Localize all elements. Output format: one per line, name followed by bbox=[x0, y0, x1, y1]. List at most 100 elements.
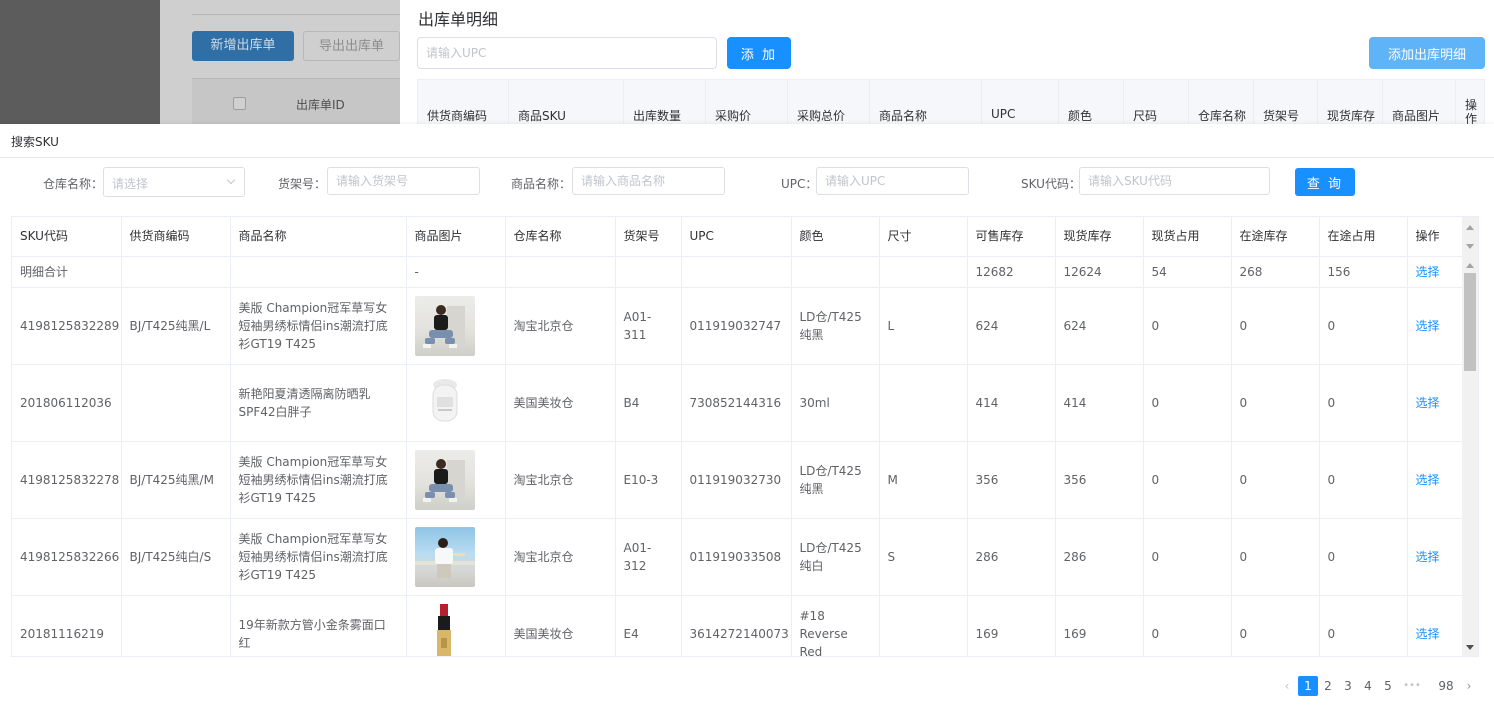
cell-sku: 4198125832289 bbox=[12, 287, 122, 365]
summary-in-transit-reserved: 156 bbox=[1319, 256, 1408, 288]
table-row: 4198125832289 BJ/T425纯黑/L 美版 Champion冠军草… bbox=[12, 287, 1474, 365]
cell-in-transit: 0 bbox=[1231, 441, 1320, 519]
select-link[interactable]: 选择 bbox=[1416, 627, 1440, 641]
col-image: 商品图片 bbox=[1383, 80, 1456, 124]
product-name-filter-label: 商品名称： bbox=[511, 177, 572, 191]
select-link[interactable]: 选择 bbox=[1416, 396, 1440, 410]
th-in-transit-reserved: 在途占用 bbox=[1319, 217, 1408, 257]
upc-filter-input[interactable] bbox=[816, 167, 969, 195]
select-link[interactable]: 选择 bbox=[1416, 473, 1440, 487]
page-1[interactable]: 1 bbox=[1298, 676, 1318, 696]
more-pages-icon[interactable]: ••• bbox=[1400, 676, 1424, 696]
col-shelf: 货架号 bbox=[1254, 80, 1318, 124]
th-upc: UPC bbox=[681, 217, 792, 257]
upc-input[interactable] bbox=[417, 37, 717, 69]
summary-on-hand: 12624 bbox=[1055, 256, 1144, 288]
cell-image bbox=[406, 441, 506, 519]
table-row: 20181116219 19年新款方管小金条雾面口红 美国美妆仓 E4 3614… bbox=[12, 595, 1474, 656]
col-size: 尺码 bbox=[1124, 80, 1189, 124]
select-link[interactable]: 选择 bbox=[1416, 265, 1440, 279]
scrollbar-thumb[interactable] bbox=[1464, 273, 1476, 371]
summary-label: 明细合计 bbox=[12, 256, 122, 288]
cell-name: 美版 Champion冠军草写女短袖男绣标情侣ins潮流打底衫GT19 T425 bbox=[230, 518, 407, 596]
cell-sellable: 286 bbox=[967, 518, 1056, 596]
scroll-down-arrow-icon[interactable] bbox=[1466, 645, 1474, 650]
cell-supplier: BJ/T425纯白/S bbox=[121, 518, 231, 596]
cell-image bbox=[406, 287, 506, 365]
modal-divider bbox=[0, 157, 1494, 158]
query-button[interactable]: 查 询 bbox=[1295, 168, 1355, 196]
col-warehouse: 仓库名称 bbox=[1189, 80, 1254, 124]
scroll-up-arrow-icon[interactable] bbox=[1466, 263, 1474, 268]
th-product-name: 商品名称 bbox=[230, 217, 407, 257]
add-button[interactable]: 添 加 bbox=[727, 37, 791, 69]
cell-color: 30ml bbox=[791, 364, 880, 442]
shelf-input[interactable] bbox=[327, 167, 480, 195]
page-last[interactable]: 98 bbox=[1434, 676, 1458, 696]
cell-on-hand: 356 bbox=[1055, 441, 1144, 519]
th-on-hand-reserved: 现货占用 bbox=[1143, 217, 1232, 257]
page-4[interactable]: 4 bbox=[1360, 676, 1376, 696]
cell-supplier bbox=[121, 364, 231, 442]
cell-sellable: 169 bbox=[967, 595, 1056, 656]
scroll-down-arrow-icon[interactable] bbox=[1466, 244, 1474, 249]
sku-table: SKU代码 供货商编码 商品名称 商品图片 仓库名称 货架号 UPC 颜色 尺寸… bbox=[12, 217, 1474, 656]
next-page-icon[interactable]: › bbox=[1462, 676, 1476, 696]
table-vertical-scrollbar[interactable] bbox=[1462, 217, 1478, 656]
cell-on-hand-reserved: 0 bbox=[1143, 441, 1232, 519]
new-outbound-order-button: 新增出库单 bbox=[192, 31, 294, 61]
select-link[interactable]: 选择 bbox=[1416, 319, 1440, 333]
cell-warehouse: 美国美妆仓 bbox=[505, 364, 616, 442]
page-2[interactable]: 2 bbox=[1320, 676, 1336, 696]
cell-in-transit-reserved: 0 bbox=[1319, 364, 1408, 442]
summary-row: 明细合计 - 12682 12624 54 268 156 选择 bbox=[12, 256, 1474, 288]
th-size: 尺寸 bbox=[879, 217, 968, 257]
product-name-input[interactable] bbox=[572, 167, 725, 195]
table-row: 4198125832278 BJ/T425纯黑/M 美版 Champion冠军草… bbox=[12, 441, 1474, 519]
th-product-image: 商品图片 bbox=[406, 217, 506, 257]
page-5[interactable]: 5 bbox=[1380, 676, 1396, 696]
page-3[interactable]: 3 bbox=[1340, 676, 1356, 696]
th-sellable: 可售库存 bbox=[967, 217, 1056, 257]
cell-name: 新艳阳夏清透隔离防晒乳SPF42白胖子 bbox=[230, 364, 407, 442]
cell-size: L bbox=[879, 287, 968, 365]
warehouse-select[interactable]: 请选择 bbox=[103, 167, 245, 197]
cell-in-transit-reserved: 0 bbox=[1319, 595, 1408, 656]
cell-upc: 3614272140073 bbox=[681, 595, 792, 656]
cell-shelf: E10-3 bbox=[615, 441, 682, 519]
cell-name: 19年新款方管小金条雾面口红 bbox=[230, 595, 407, 656]
th-color: 颜色 bbox=[791, 217, 880, 257]
cell-on-hand-reserved: 0 bbox=[1143, 518, 1232, 596]
th-supplier-code: 供货商编码 bbox=[121, 217, 231, 257]
th-in-transit: 在途库存 bbox=[1231, 217, 1320, 257]
summary-image: - bbox=[406, 256, 506, 288]
cell-sku: 4198125832266 bbox=[12, 518, 122, 596]
cell-supplier bbox=[121, 595, 231, 656]
cell-warehouse: 美国美妆仓 bbox=[505, 595, 616, 656]
shelf-filter-label: 货架号： bbox=[278, 177, 327, 191]
prev-page-icon[interactable]: ‹ bbox=[1280, 676, 1294, 696]
detail-table-header: 供货商编码 商品SKU 出库数量 采购价 采购总价 商品名称 UPC 颜色 尺码… bbox=[417, 79, 1485, 124]
summary-in-transit: 268 bbox=[1231, 256, 1320, 288]
cell-color: #18 Reverse Red bbox=[791, 595, 880, 656]
th-warehouse: 仓库名称 bbox=[505, 217, 616, 257]
cell-color: LD仓/T425纯黑 bbox=[791, 441, 880, 519]
add-outbound-detail-button[interactable]: 添加出库明细 bbox=[1369, 37, 1485, 69]
drawer-title: 出库单明细 bbox=[418, 10, 499, 29]
cell-shelf: A01-311 bbox=[615, 287, 682, 365]
scroll-up-arrow-icon[interactable] bbox=[1466, 225, 1474, 230]
cell-upc: 011919032747 bbox=[681, 287, 792, 365]
cell-in-transit-reserved: 0 bbox=[1319, 441, 1408, 519]
model-photo-black-tee-icon bbox=[414, 295, 475, 356]
col-color: 颜色 bbox=[1059, 80, 1124, 124]
sku-table-container[interactable]: SKU代码 供货商编码 商品名称 商品图片 仓库名称 货架号 UPC 颜色 尺寸… bbox=[11, 216, 1479, 657]
cell-on-hand-reserved: 0 bbox=[1143, 364, 1232, 442]
col-product-sku: 商品SKU bbox=[509, 80, 624, 124]
cell-image bbox=[406, 595, 506, 656]
select-all-checkbox bbox=[233, 97, 246, 110]
warehouse-filter-label: 仓库名称： bbox=[43, 177, 104, 191]
select-link[interactable]: 选择 bbox=[1416, 550, 1440, 564]
cell-shelf: A01-312 bbox=[615, 518, 682, 596]
sku-code-input[interactable] bbox=[1079, 167, 1270, 195]
cell-supplier: BJ/T425纯黑/L bbox=[121, 287, 231, 365]
